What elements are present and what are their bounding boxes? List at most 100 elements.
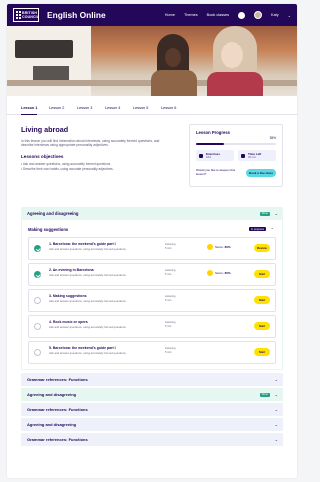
page: BRITISH COUNCIL English Online Home Them… [7,4,297,478]
score-label: Score: [215,271,224,275]
checkbox [34,297,41,304]
chevron-down-icon[interactable]: ⌄ [275,377,278,382]
score-icon [207,244,213,250]
chevron-down-icon[interactable]: ⌄ [275,422,278,427]
start-button[interactable]: Start [254,348,270,356]
section-row[interactable]: Grammar references: Functions ⌄ [21,403,283,416]
section-title: Agreeing and disagreeing [27,422,77,427]
section-title: Grammar references: Functions [27,377,88,382]
chevron-down-icon[interactable]: ⌄ [275,407,278,412]
score: Score: 80% [207,244,231,250]
exercise-duration: 5 min [165,351,172,355]
subsection: Making suggestions In progress ⌃ 1. Barc… [21,220,283,370]
section-agreeing: Agreeing and disagreeing Done ⌄ Making s… [21,207,283,370]
exercise-title: 3. Making suggestions [49,294,87,298]
tab-lesson-4[interactable]: Lesson 4 [105,106,121,114]
score-icon [207,270,213,276]
progress-title: Lesson Progress [196,130,230,135]
score-value: 80% [224,271,231,275]
section-header[interactable]: Agreeing and disagreeing Done ⌄ [21,207,283,220]
section-title: Grammar references: Functions [27,407,88,412]
check-icon [34,245,41,252]
section-row[interactable]: Agreeing and disagreeing ⌄ [21,418,283,431]
time-left-stat: Time Left 45 min [238,150,276,161]
avatar[interactable] [254,11,263,19]
british-council-logo[interactable]: BRITISH COUNCIL [13,8,39,22]
exercise-title: 5. Barcelona: the weekend's guide part I [49,346,116,350]
checkbox [34,323,41,330]
clock-icon [241,153,245,158]
subsection-title: Making suggestions [28,226,69,232]
exercises-icon [199,153,203,158]
exercise-duration: 5 min [165,299,172,303]
section-row[interactable]: Agreeing and disagreeing Done ⌄ [21,388,283,401]
section-title: Agreeing and disagreeing [27,392,77,397]
exercise-item[interactable]: 5. Barcelona: the weekend's guide part I… [28,341,276,364]
brand-title[interactable]: English Online [47,10,106,20]
status-badge: Done [259,392,270,397]
section-row[interactable]: Grammar references: Functions ⌄ [21,373,283,386]
score-label: Score: [215,245,224,249]
nav-themes[interactable]: Themes [184,13,198,17]
time-left-value: 45 min [248,156,256,159]
nav-home[interactable]: Home [165,13,175,17]
start-button[interactable]: Start [254,296,270,304]
exercises-value: 4/16 [206,156,212,159]
lesson-description: In this lesson you will find information… [21,139,160,148]
review-button[interactable]: Review [254,244,270,252]
nav-book-classes[interactable]: Book classes [207,13,229,17]
status-badge: Done [259,211,270,216]
progress-bar-fill [196,143,224,145]
exercise-duration: 5 min [165,247,172,251]
chevron-down-icon[interactable]: ⌄ [275,392,278,397]
chevron-down-icon[interactable]: ⌄ [288,13,291,18]
subsection-header[interactable]: Making suggestions In progress ⌃ [28,224,276,234]
exercise-title: 4. Rock music or opera [49,320,88,324]
exercise-description: Ask and answer questions, using accurate… [49,273,127,277]
tab-lesson-6[interactable]: Lesson 6 [161,106,177,114]
top-header: BRITISH COUNCIL English Online Home Them… [7,4,297,26]
section-row[interactable]: Grammar references: Functions ⌄ [21,433,283,446]
exercise-description: Ask and answer questions, using accurate… [49,351,127,355]
hero-image [7,26,297,96]
progress-percent: 35% [269,136,276,140]
chevron-down-icon[interactable]: ⌄ [275,211,278,216]
user-name[interactable]: Katy [271,13,279,17]
in-progress-badge: In progress [249,227,266,231]
lesson-progress-card: Lesson Progress 35% Exercises 4/16 Time L… [189,124,283,187]
lesson-intro: Living abroad In this lesson you will fi… [7,124,297,207]
start-button[interactable]: Start [254,270,270,278]
tab-lesson-3[interactable]: Lesson 3 [77,106,93,114]
lesson-tabs: Lesson 1 Lesson 2 Lesson 3 Lesson 4 Less… [7,106,297,115]
section-title: Agreeing and disagreeing [27,211,79,216]
exercise-description: Ask and answer questions, using accurate… [49,325,127,329]
exercise-item[interactable]: 4. Rock music or opera Ask and answer qu… [28,315,276,338]
exercise-item[interactable]: 1. Barcelona: the weekend's guide part I… [28,237,276,260]
tab-lesson-5[interactable]: Lesson 5 [133,106,149,114]
exercise-title: 2. An evening in Barcelona [49,268,94,272]
checkbox [34,349,41,356]
deepen-lesson-text: Would you like to deepen this lesson? [196,168,236,176]
check-icon [34,271,41,278]
exercise-title: 1. Barcelona: the weekend's guide part I [49,242,116,246]
section-title: Grammar references: Functions [27,437,88,442]
exercise-duration: 5 min [165,273,172,277]
progress-bar [196,143,276,145]
book-live-class-button[interactable]: Book a live class [246,169,276,177]
exercise-description: Ask and answer questions, using accurate… [49,299,127,303]
main-nav: Home Themes Book classes Katy ⌄ [165,11,291,19]
exercise-item[interactable]: 2. An evening in Barcelona Ask and answe… [28,263,276,286]
exercise-duration: 5 min [165,325,172,329]
logo-line-2: COUNCIL [22,15,40,19]
chevron-down-icon[interactable]: ⌄ [275,437,278,442]
exercise-description: Ask and answer questions, using accurate… [49,247,127,251]
notifications-icon[interactable] [238,11,246,19]
exercises-stat: Exercises 4/16 [196,150,234,161]
exercise-item[interactable]: 3. Making suggestions Ask and answer que… [28,289,276,312]
score-value: 80% [224,245,231,249]
start-button[interactable]: Start [254,322,270,330]
tab-lesson-2[interactable]: Lesson 2 [49,106,65,114]
tab-lesson-1[interactable]: Lesson 1 [21,106,37,115]
chevron-up-icon[interactable]: ⌃ [271,227,274,232]
score: Score: 80% [207,270,231,276]
